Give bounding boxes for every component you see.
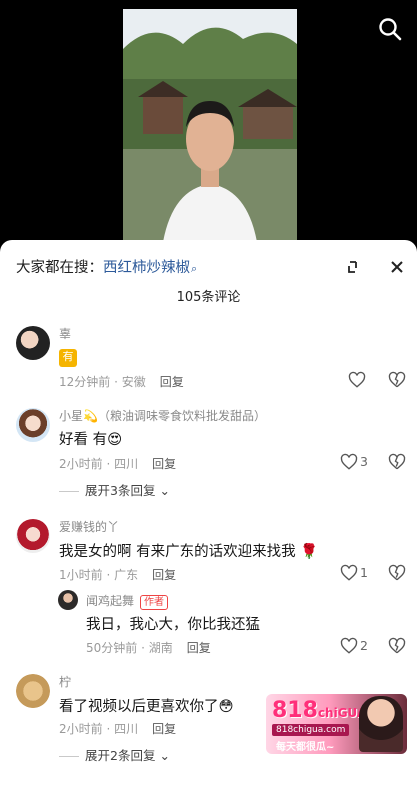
comment-username[interactable]: 辜	[59, 325, 71, 342]
emoji-you-icon: 有	[59, 349, 77, 367]
comment-time: 12分钟前 · 安徽	[59, 375, 146, 389]
comment-count: 105条评论	[176, 290, 241, 305]
comment-time: 1小时前 · 广东	[59, 568, 139, 582]
video-scene	[123, 9, 297, 242]
reply-button[interactable]: 回复	[152, 457, 176, 471]
chevron-down-icon: ⌄	[159, 483, 170, 498]
expand-replies-button[interactable]: 展开3条回复 ⌄	[59, 480, 170, 499]
reply-button[interactable]: 回复	[152, 722, 176, 736]
bottom-safe-area	[0, 780, 417, 789]
reply-button[interactable]: 回复	[152, 568, 176, 582]
reply-text: 我日，我心大，你比我还猛	[86, 617, 260, 633]
reply-button[interactable]: 回复	[160, 375, 184, 389]
like-button[interactable]: 2	[340, 635, 380, 657]
divider	[59, 491, 79, 492]
comment-text: 看了视频以后更喜欢你了😳	[59, 699, 234, 715]
author-badge: 作者	[140, 595, 169, 610]
ad-banner[interactable]: 818chiGUA 818chigua.com 每天都很瓜~	[266, 694, 407, 754]
like-button[interactable]: 1	[340, 562, 380, 584]
chevron-down-icon: ⌄	[159, 748, 170, 763]
heart-icon	[340, 637, 358, 654]
search-query[interactable]: 西红柿炒辣椒	[103, 260, 190, 276]
avatar[interactable]	[16, 408, 50, 442]
comment-meta: 2小时前 · 四川 回复	[59, 720, 176, 737]
avatar[interactable]	[16, 519, 50, 553]
comment-meta: 12分钟前 · 安徽 回复	[59, 373, 184, 390]
comment-time: 2小时前 · 四川	[59, 722, 139, 736]
comment-meta: 1小时前 · 广东 回复	[59, 566, 176, 583]
reply-button[interactable]: 回复	[187, 641, 211, 655]
close-icon[interactable]	[384, 254, 410, 280]
search-suggestion[interactable]: 大家都在搜：西红柿炒辣椒⌕	[16, 256, 197, 277]
expand-replies-label: 展开2条回复	[85, 748, 156, 763]
broken-heart-icon[interactable]	[388, 564, 406, 582]
expand-icon[interactable]	[341, 254, 367, 280]
comment-sheet-header: 大家都在搜：西红柿炒辣椒⌕	[0, 240, 417, 290]
search-icon[interactable]	[377, 16, 403, 42]
like-count: 1	[360, 565, 368, 580]
like-count: 2	[360, 638, 368, 653]
video-area[interactable]	[0, 0, 417, 242]
comment-time: 2小时前 · 四川	[59, 457, 139, 471]
broken-heart-icon[interactable]	[388, 371, 406, 389]
reply-time: 50分钟前 · 湖南	[86, 641, 173, 655]
video-thumbnail[interactable]	[123, 9, 297, 242]
broken-heart-icon[interactable]	[388, 453, 406, 471]
search-small-icon: ⌕	[191, 262, 198, 275]
comment-text: 有	[59, 346, 77, 367]
like-button[interactable]: 3	[340, 451, 380, 473]
ad-model-image	[359, 696, 403, 752]
comment-text: 我是女的啊 有来广东的话欢迎来找我 🌹	[59, 544, 319, 560]
heart-icon	[340, 453, 358, 470]
search-prefix: 大家都在搜：	[16, 260, 103, 276]
expand-replies-button[interactable]: 展开2条回复 ⌄	[59, 745, 170, 764]
avatar[interactable]	[16, 326, 50, 360]
reply-meta: 50分钟前 · 湖南 回复	[86, 639, 211, 656]
reply-username-label: 闻鸡起舞	[86, 594, 135, 608]
like-button[interactable]	[348, 369, 388, 391]
avatar[interactable]	[16, 674, 50, 708]
comment-username[interactable]: 柠	[59, 673, 71, 690]
ad-slogan: 每天都很瓜~	[276, 742, 335, 753]
broken-heart-icon[interactable]	[388, 637, 406, 655]
comment-username[interactable]: 爱赚钱的丫	[59, 518, 119, 535]
ad-brand: 818chiGUA	[272, 698, 366, 723]
divider	[59, 756, 79, 757]
ad-brand-number: 818	[272, 698, 318, 723]
like-count: 3	[360, 454, 368, 469]
comment-meta: 2小时前 · 四川 回复	[59, 455, 176, 472]
comment-text: 好看 有😍	[59, 432, 123, 448]
reply-username[interactable]: 闻鸡起舞 作者	[86, 592, 169, 610]
heart-icon	[340, 564, 358, 581]
ad-site: 818chigua.com	[272, 724, 350, 736]
avatar[interactable]	[58, 590, 78, 610]
expand-replies-label: 展开3条回复	[85, 483, 156, 498]
comment-username[interactable]: 小星💫（粮油调味零食饮料批发甜品）	[59, 407, 266, 424]
heart-icon	[348, 371, 366, 388]
